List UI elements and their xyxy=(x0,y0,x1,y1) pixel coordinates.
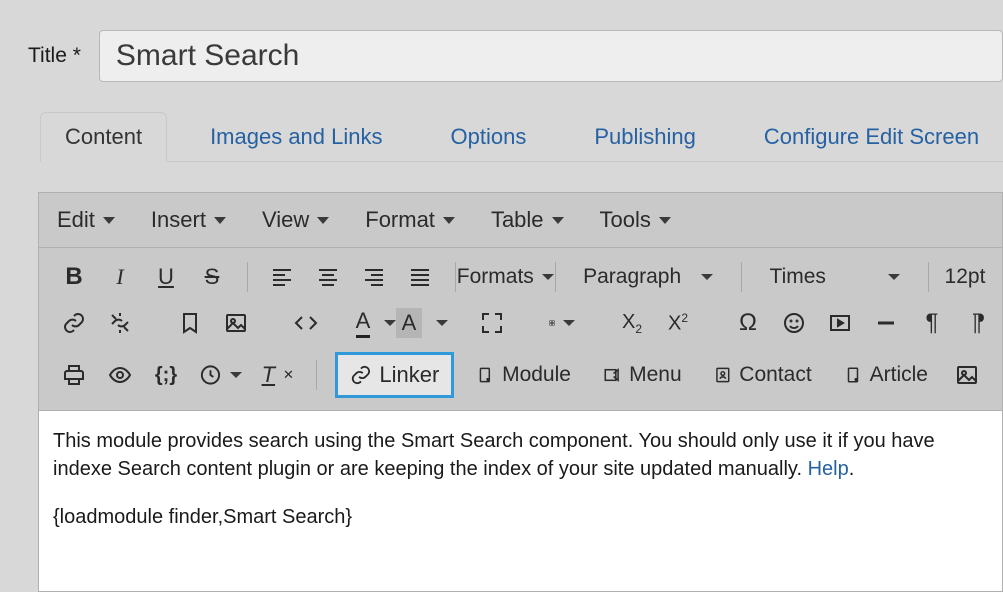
link-button[interactable] xyxy=(57,306,91,340)
fullscreen-button[interactable] xyxy=(475,306,509,340)
menu-view[interactable]: View xyxy=(262,207,329,233)
insert-image-button[interactable] xyxy=(950,358,984,392)
caret-icon xyxy=(214,217,226,224)
caret-icon xyxy=(317,217,329,224)
block-format-dropdown[interactable]: Paragraph xyxy=(573,260,723,294)
content-text-after: . xyxy=(849,458,855,480)
caret-icon xyxy=(659,217,671,224)
emoji-button[interactable] xyxy=(777,306,811,340)
align-justify-button[interactable] xyxy=(403,260,437,294)
article-label: Article xyxy=(870,363,928,387)
caret-icon xyxy=(103,217,115,224)
strikethrough-button[interactable]: S xyxy=(195,260,229,294)
rtl-button[interactable]: ¶ xyxy=(961,306,995,340)
tab-images-and-links[interactable]: Images and Links xyxy=(185,112,407,161)
bold-button[interactable]: B xyxy=(57,260,91,294)
datetime-button[interactable] xyxy=(195,358,246,392)
code-button[interactable] xyxy=(289,306,323,340)
menu-insert[interactable]: Insert xyxy=(151,207,226,233)
caret-icon xyxy=(384,320,396,326)
underline-button[interactable]: U xyxy=(149,260,183,294)
tab-options[interactable]: Options xyxy=(426,112,552,161)
print-button[interactable] xyxy=(57,358,91,392)
contact-button[interactable]: Contact xyxy=(704,358,822,392)
caret-icon xyxy=(542,274,554,280)
title-input[interactable] xyxy=(99,30,1003,82)
ltr-button[interactable]: ¶ xyxy=(915,306,949,340)
menu-table-label: Table xyxy=(491,207,544,233)
block-format-label: Paragraph xyxy=(583,265,681,289)
menu-button[interactable]: Menu xyxy=(593,358,692,392)
clear-formatting-button[interactable]: T✕ xyxy=(258,358,298,392)
horizontal-rule-button[interactable] xyxy=(869,306,903,340)
caret-icon xyxy=(552,217,564,224)
module-button[interactable]: Module xyxy=(466,358,581,392)
menu-tools[interactable]: Tools xyxy=(600,207,671,233)
title-label: Title * xyxy=(28,44,81,68)
article-button[interactable]: Article xyxy=(834,358,938,392)
superscript-button[interactable]: X2 xyxy=(661,306,695,340)
menu-view-label: View xyxy=(262,207,309,233)
contact-label: Contact xyxy=(739,363,811,387)
menu-edit-label: Edit xyxy=(57,207,95,233)
preview-button[interactable] xyxy=(103,358,137,392)
align-center-button[interactable] xyxy=(311,260,345,294)
caret-icon xyxy=(888,274,900,280)
tab-content[interactable]: Content xyxy=(40,112,167,162)
table-button[interactable] xyxy=(545,306,579,340)
font-family-dropdown[interactable]: Times xyxy=(760,260,910,294)
text-color-button[interactable]: A xyxy=(359,306,393,340)
media-button[interactable] xyxy=(823,306,857,340)
linker-label: Linker xyxy=(379,362,439,388)
align-left-button[interactable] xyxy=(265,260,299,294)
linker-button[interactable]: Linker xyxy=(335,352,455,398)
italic-button[interactable]: I xyxy=(103,260,137,294)
image-button[interactable] xyxy=(219,306,253,340)
editor-toolbar: B I U S Formats Paragraph Times xyxy=(39,247,1002,410)
caret-icon xyxy=(230,372,242,378)
code-sample-button[interactable]: {;} xyxy=(149,358,183,392)
menu-tools-label: Tools xyxy=(600,207,651,233)
font-size-label: 12pt xyxy=(945,265,986,289)
tab-bar: Content Images and Links Options Publish… xyxy=(40,112,1003,162)
menu-format[interactable]: Format xyxy=(365,207,455,233)
content-text: This module provides search using the Sm… xyxy=(53,430,935,480)
menu-btn-label: Menu xyxy=(629,363,682,387)
font-size-dropdown[interactable]: 12pt xyxy=(946,260,984,294)
module-label: Module xyxy=(502,363,571,387)
tab-publishing[interactable]: Publishing xyxy=(569,112,721,161)
bookmark-button[interactable] xyxy=(173,306,207,340)
formats-label: Formats xyxy=(457,265,534,289)
caret-icon xyxy=(443,217,455,224)
editor-panel: Edit Insert View Format Table Tools B I … xyxy=(38,192,1003,592)
menu-format-label: Format xyxy=(365,207,435,233)
background-color-button[interactable]: A xyxy=(405,306,439,340)
menu-insert-label: Insert xyxy=(151,207,206,233)
caret-icon xyxy=(701,274,713,280)
caret-icon xyxy=(563,320,575,326)
unlink-button[interactable] xyxy=(103,306,137,340)
caret-icon xyxy=(436,320,448,326)
formats-dropdown[interactable]: Formats xyxy=(474,260,537,294)
menu-edit[interactable]: Edit xyxy=(57,207,115,233)
loadmodule-text: {loadmodule finder,Smart Search} xyxy=(53,503,988,531)
menu-table[interactable]: Table xyxy=(491,207,564,233)
special-char-button[interactable]: Ω xyxy=(731,306,765,340)
font-family-label: Times xyxy=(770,265,826,289)
editor-menubar: Edit Insert View Format Table Tools xyxy=(39,193,1002,247)
separator xyxy=(316,360,317,390)
tab-configure-edit-screen[interactable]: Configure Edit Screen xyxy=(739,112,1003,161)
align-right-button[interactable] xyxy=(357,260,391,294)
help-link[interactable]: Help xyxy=(808,458,849,480)
subscript-button[interactable]: X2 xyxy=(615,306,649,340)
